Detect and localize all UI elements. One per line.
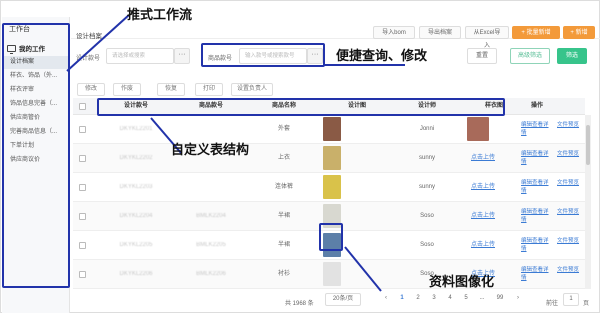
page-title: 设计档案	[76, 33, 102, 40]
table-row[interactable]: DKYKL2202 上衣 sunny 点击上传 编辑查看详情 文件预览	[73, 144, 585, 173]
cell-goods-no	[175, 173, 247, 202]
cell-goods-no: BMLK2205	[196, 242, 226, 248]
file-preview-link[interactable]: 文件预览	[557, 266, 583, 274]
row-checkbox[interactable]	[79, 213, 86, 220]
cell-design-no: DKYKL2202	[119, 155, 153, 161]
table-header-highlight-box	[97, 98, 505, 116]
annotation-workflow: 推式工作流	[127, 8, 193, 23]
page-size-select[interactable]: 20条/页	[325, 293, 361, 306]
page-1[interactable]: 1	[397, 295, 407, 301]
sample-image-thumbnail[interactable]	[467, 117, 489, 141]
cell-goods-name: 连体裤	[274, 184, 293, 190]
cell-designer: Soso	[420, 213, 434, 219]
cell-goods-no: BMLK2206	[196, 271, 226, 277]
filter-button[interactable]: 筛选	[557, 48, 587, 64]
scroll-thumb[interactable]	[586, 125, 590, 165]
image-highlight-box	[319, 223, 343, 251]
row-checkbox[interactable]	[79, 271, 86, 278]
design-no-label: 设计款号	[76, 56, 101, 62]
row-checkbox[interactable]	[79, 242, 86, 249]
cell-design-no: DKYKL2201	[119, 126, 153, 132]
edit-view-link[interactable]: 编辑查看详情	[521, 121, 553, 137]
workflow-highlight-box	[2, 23, 70, 288]
void-button[interactable]: 作废	[113, 83, 141, 96]
design-image-thumbnail[interactable]	[323, 117, 341, 141]
annotation-image-data: 资料图像化	[429, 275, 495, 290]
excel-import-button[interactable]: 从Excel导入	[465, 26, 509, 49]
app-window: 工作台 我的工作 设计档案 样衣、饰品（外... 样衣评审 饰品信息完善（...…	[0, 0, 600, 313]
edit-view-link[interactable]: 编辑查看详情	[521, 179, 553, 195]
row-checkbox[interactable]	[79, 126, 86, 133]
file-preview-link[interactable]: 文件预览	[557, 121, 583, 129]
print-button[interactable]: 打印	[195, 83, 223, 96]
annotation-custom-table: 自定义表结构	[171, 143, 250, 158]
annotation-query-edit: 便捷查询、修改	[336, 49, 428, 64]
prev-page-button[interactable]: ‹	[381, 295, 391, 301]
cell-design-no: DKYKL2204	[119, 213, 153, 219]
upload-sample-link[interactable]: 点击上传	[461, 202, 505, 231]
cell-designer: sunny	[418, 184, 435, 190]
cell-goods-no: BMLK2204	[196, 213, 226, 219]
table-row[interactable]: DKYKL2203 连体裤 sunny 点击上传 编辑查看详情 文件预览	[73, 173, 585, 202]
total-count: 共 1968 条	[285, 301, 314, 307]
file-preview-link[interactable]: 文件预览	[557, 237, 583, 245]
page-2[interactable]: 2	[413, 295, 423, 301]
table-scrollbar[interactable]	[585, 115, 591, 289]
page-4[interactable]: 4	[445, 295, 455, 301]
goto-page-input[interactable]: 1	[563, 293, 579, 306]
batch-new-button[interactable]: + 批量新增	[512, 26, 560, 39]
upload-sample-link[interactable]: 点击上传	[461, 231, 505, 260]
cell-designer: sunny	[418, 155, 435, 161]
file-preview-link[interactable]: 文件预览	[557, 208, 583, 216]
page-3[interactable]: 3	[429, 295, 439, 301]
design-image-thumbnail[interactable]	[323, 262, 341, 286]
advanced-filter-button[interactable]: 高级筛选	[510, 48, 550, 64]
goto-label: 前往	[546, 301, 559, 307]
revise-button[interactable]: 修改	[77, 83, 105, 96]
assign-owner-button[interactable]: 设置负责人	[231, 83, 273, 96]
query-highlight-box	[201, 43, 325, 67]
new-button[interactable]: + 新增	[563, 26, 595, 39]
cell-design-no: DKYKL2205	[119, 242, 153, 248]
select-all-checkbox[interactable]	[79, 103, 86, 110]
design-image-thumbnail[interactable]	[323, 175, 341, 199]
export-archive-button[interactable]: 导出档案	[419, 26, 461, 39]
file-preview-link[interactable]: 文件预览	[557, 179, 583, 187]
file-preview-link[interactable]: 文件预览	[557, 150, 583, 158]
edit-view-link[interactable]: 编辑查看详情	[521, 237, 553, 253]
page-unit: 页	[583, 301, 590, 307]
cell-goods-name: 半裙	[277, 213, 290, 219]
design-no-input[interactable]: 请选择或搜索	[106, 48, 174, 64]
table-row[interactable]: DKYKL2201 外套 Jonni 编辑查看详情 文件预览	[73, 115, 585, 144]
design-image-thumbnail[interactable]	[323, 146, 341, 170]
table-row[interactable]: DKYKL2206 BMLK2206 衬衫 Soso 点击上传 编辑查看详情 文件预览	[73, 260, 585, 289]
archive-table: 设计款号 商品款号 商品名称 设计图 设计师 样衣图 操作 DKYKL2201 外…	[73, 98, 585, 289]
edit-view-link[interactable]: 编辑查看详情	[521, 208, 553, 224]
row-checkbox[interactable]	[79, 184, 86, 191]
cell-designer: Soso	[420, 242, 434, 248]
cell-design-no: DKYKL2203	[119, 184, 153, 190]
cell-designer: Jonni	[419, 126, 435, 132]
edit-view-link[interactable]: 编辑查看详情	[521, 150, 553, 166]
edit-view-link[interactable]: 编辑查看详情	[521, 266, 553, 282]
reset-button[interactable]: 重置	[467, 48, 497, 64]
page-99[interactable]: 99	[495, 295, 505, 301]
upload-sample-link[interactable]: 点击上传	[461, 173, 505, 202]
restore-button[interactable]: 恢复	[157, 83, 185, 96]
page-5[interactable]: 5	[461, 295, 471, 301]
next-page-button[interactable]: ›	[513, 295, 523, 301]
row-checkbox[interactable]	[79, 155, 86, 162]
column-actions: 操作	[531, 103, 544, 109]
cell-goods-name: 半裙	[277, 242, 290, 248]
design-no-more-button[interactable]: ···	[174, 48, 190, 64]
cell-goods-name: 上衣	[277, 155, 290, 161]
upload-sample-link[interactable]: 点击上传	[461, 144, 505, 173]
import-bom-button[interactable]: 导入bom	[373, 26, 415, 39]
cell-design-no: DKYKL2206	[119, 271, 153, 277]
page-ellipsis[interactable]: ...	[477, 295, 487, 301]
cell-goods-name: 衬衫	[277, 271, 290, 277]
cell-goods-name: 外套	[277, 126, 290, 132]
